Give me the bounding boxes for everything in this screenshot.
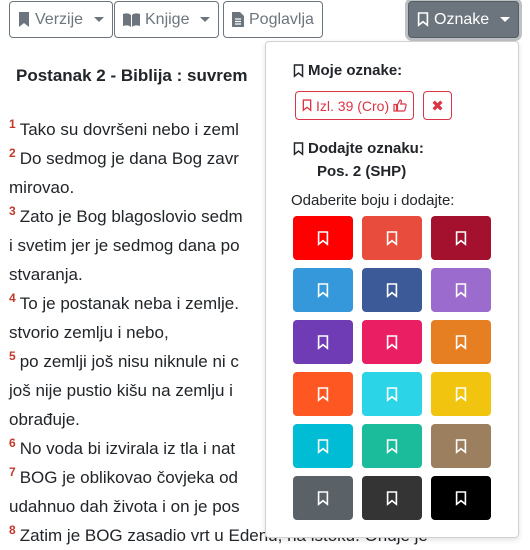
bookmark-outline-icon <box>302 99 312 112</box>
thumbs-up-icon <box>393 99 407 112</box>
bookmark-outline-icon <box>455 490 467 506</box>
verse-number: 5 <box>9 349 16 363</box>
verse-number: 1 <box>9 117 16 131</box>
verse-number: 2 <box>9 146 16 160</box>
delete-bookmark-button[interactable]: ✖ <box>423 91 452 120</box>
my-bookmarks-heading: Moje oznake: <box>293 62 402 79</box>
chevron-down-icon <box>500 17 511 22</box>
bookmark-outline-icon <box>293 141 304 156</box>
add-bookmark-label: Dodajte oznaku: <box>308 140 424 157</box>
bookmark-icon <box>19 12 29 27</box>
bookmark-outline-icon <box>417 12 429 27</box>
color-swatch-button[interactable] <box>362 476 422 520</box>
verse-text: BOG je oblikovao čovjeka od <box>19 468 238 487</box>
bookmark-outline-icon <box>455 334 467 350</box>
verse-text: Zato je Bog blagoslovio sedm <box>19 207 243 226</box>
bookmark-outline-icon <box>386 490 398 506</box>
bookmark-outline-icon <box>455 230 467 246</box>
chevron-down-icon <box>94 17 105 22</box>
color-swatch-button[interactable] <box>293 320 353 364</box>
versions-label: Verzije <box>35 10 84 28</box>
close-icon: ✖ <box>431 97 444 115</box>
verse-number: 8 <box>9 523 16 537</box>
verse-number: 7 <box>9 465 16 479</box>
color-swatch-button[interactable] <box>293 372 353 416</box>
bookmark-outline-icon <box>317 386 329 402</box>
bookmark-outline-icon <box>317 282 329 298</box>
color-swatch-button[interactable] <box>293 476 353 520</box>
my-bookmarks-label: Moje oznake: <box>308 62 403 79</box>
verse-text: obrađuje. <box>9 410 80 429</box>
color-swatch-button[interactable] <box>362 216 422 260</box>
bookmark-outline-icon <box>317 438 329 454</box>
verse-text: udahnuo dah života i on je pos <box>9 497 240 516</box>
color-swatch-button[interactable] <box>431 268 491 312</box>
add-bookmark-reference: Pos. 2 (SHP) <box>317 163 407 180</box>
bookmark-outline-icon <box>386 282 398 298</box>
choose-color-label: Odaberite boju i dodajte: <box>291 192 455 209</box>
bookmarks-dropdown-button[interactable]: Oznake <box>408 1 520 38</box>
bookmark-outline-icon <box>317 334 329 350</box>
color-swatch-button[interactable] <box>431 476 491 520</box>
verse-text: No voda bi izvirala iz tla i nat <box>19 439 236 458</box>
saved-bookmark-label: Izl. 39 (Cro) <box>316 97 390 114</box>
bookmark-outline-icon <box>455 282 467 298</box>
chevron-down-icon <box>200 17 211 22</box>
bookmarks-label: Oznake <box>434 10 490 28</box>
verse-text: po zemlji još nisu niknule ni c <box>19 352 239 371</box>
color-swatch-button[interactable] <box>431 372 491 416</box>
bookmarks-dropdown-menu: Moje oznake: Izl. 39 (Cro) ✖ Dodajte ozn… <box>265 41 519 538</box>
book-icon <box>123 12 140 27</box>
verse-text: To je postanak neba i zemlje. <box>19 294 239 313</box>
verse-text: još nije pustio kišu na zemlju i <box>9 381 233 400</box>
verse-text: stvaranja. <box>9 265 83 284</box>
add-bookmark-heading: Dodajte oznaku: <box>293 140 424 157</box>
bookmark-outline-icon <box>317 230 329 246</box>
saved-bookmark-button[interactable]: Izl. 39 (Cro) <box>295 91 415 120</box>
verse-text: Tako su dovršeni nebo i zeml <box>19 120 239 139</box>
color-swatch-button[interactable] <box>293 216 353 260</box>
color-swatch-button[interactable] <box>362 424 422 468</box>
bookmark-outline-icon <box>386 230 398 246</box>
bookmark-outline-icon <box>386 438 398 454</box>
bookmark-outline-icon <box>317 490 329 506</box>
verse-text: mirovao. <box>9 178 75 197</box>
bookmark-outline-icon <box>386 334 398 350</box>
books-dropdown-button[interactable]: Knjige <box>114 1 220 38</box>
verse-number: 6 <box>9 436 16 450</box>
books-label: Knjige <box>145 10 190 28</box>
color-swatch-button[interactable] <box>362 320 422 364</box>
bookmark-outline-icon <box>386 386 398 402</box>
chapters-label: Poglavlja <box>249 10 314 28</box>
verse-number: 3 <box>9 204 16 218</box>
color-swatch-button[interactable] <box>293 268 353 312</box>
color-swatch-button[interactable] <box>431 424 491 468</box>
bookmark-outline-icon <box>455 386 467 402</box>
color-swatch-button[interactable] <box>293 424 353 468</box>
verse-number: 4 <box>9 291 16 305</box>
color-swatch-button[interactable] <box>362 268 422 312</box>
toolbar: Verzije Knjige Poglavlja Oznake <box>0 0 530 40</box>
chapters-dropdown-button[interactable]: Poglavlja <box>223 1 323 38</box>
color-swatch-button[interactable] <box>431 216 491 260</box>
color-swatch-button[interactable] <box>431 320 491 364</box>
document-icon <box>232 12 244 27</box>
verse-text: i svetim jer je sedmog dana po <box>9 236 240 255</box>
color-swatch-button[interactable] <box>362 372 422 416</box>
verse-text: Do sedmog je dana Bog zavr <box>19 149 239 168</box>
verse-text: stvorio zemlju i nebo, <box>9 323 169 342</box>
versions-dropdown-button[interactable]: Verzije <box>9 1 114 38</box>
page-title: Postanak 2 - Biblija : suvrem <box>16 66 248 85</box>
bookmark-outline-icon <box>455 438 467 454</box>
bookmark-outline-icon <box>293 63 304 78</box>
